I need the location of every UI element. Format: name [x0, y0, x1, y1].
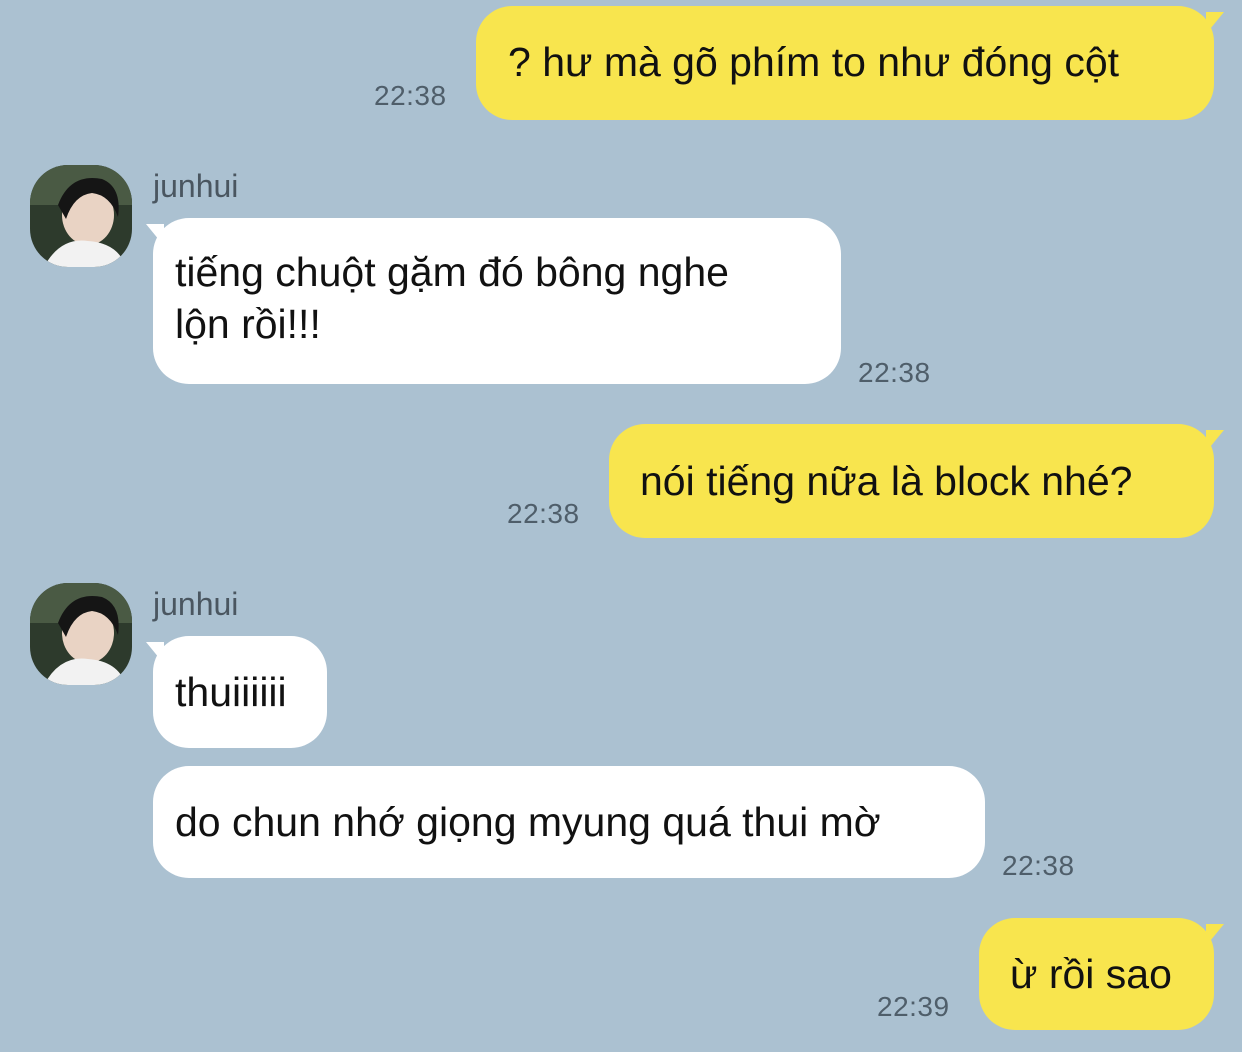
message-timestamp: 22:38: [507, 498, 580, 529]
avatar[interactable]: [30, 165, 132, 267]
avatar[interactable]: [30, 583, 132, 685]
sender-name: junhui: [153, 586, 239, 622]
bubble-tail: [1206, 12, 1224, 34]
message-text: ? hư mà gõ phím to như đóng cột: [508, 39, 1120, 85]
incoming-message-bubble[interactable]: do chun nhớ giọng myung quá thui mờ: [153, 766, 985, 878]
message-timestamp: 22:38: [1002, 850, 1075, 881]
sender-name: junhui: [153, 168, 239, 204]
bubble-tail: [1206, 430, 1224, 452]
message-text-line-2: lộn rồi!!!: [175, 301, 321, 347]
avatar-photo-icon: [30, 583, 132, 685]
message-text: thuiiiiii: [175, 669, 287, 715]
message-text: do chun nhớ giọng myung quá thui mờ: [175, 799, 881, 845]
avatar-photo-icon: [30, 165, 132, 267]
incoming-message-bubble[interactable]: tiếng chuột gặm đó bông nghe lộn rồi!!!: [153, 218, 841, 384]
message-timestamp: 22:38: [858, 357, 931, 388]
outgoing-message-bubble[interactable]: ? hư mà gõ phím to như đóng cột: [476, 6, 1214, 120]
message-text: ừ rồi sao: [1010, 951, 1172, 997]
message-timestamp: 22:39: [877, 991, 950, 1022]
bubble-tail: [1206, 924, 1224, 946]
incoming-message-bubble[interactable]: thuiiiiii: [153, 636, 327, 748]
message-text-line-1: tiếng chuột gặm đó bông nghe: [175, 249, 729, 295]
outgoing-message-bubble[interactable]: nói tiếng nữa là block nhé?: [609, 424, 1214, 538]
outgoing-message-bubble[interactable]: ừ rồi sao: [979, 918, 1214, 1030]
message-text: nói tiếng nữa là block nhé?: [640, 458, 1133, 504]
message-timestamp: 22:38: [374, 80, 447, 111]
